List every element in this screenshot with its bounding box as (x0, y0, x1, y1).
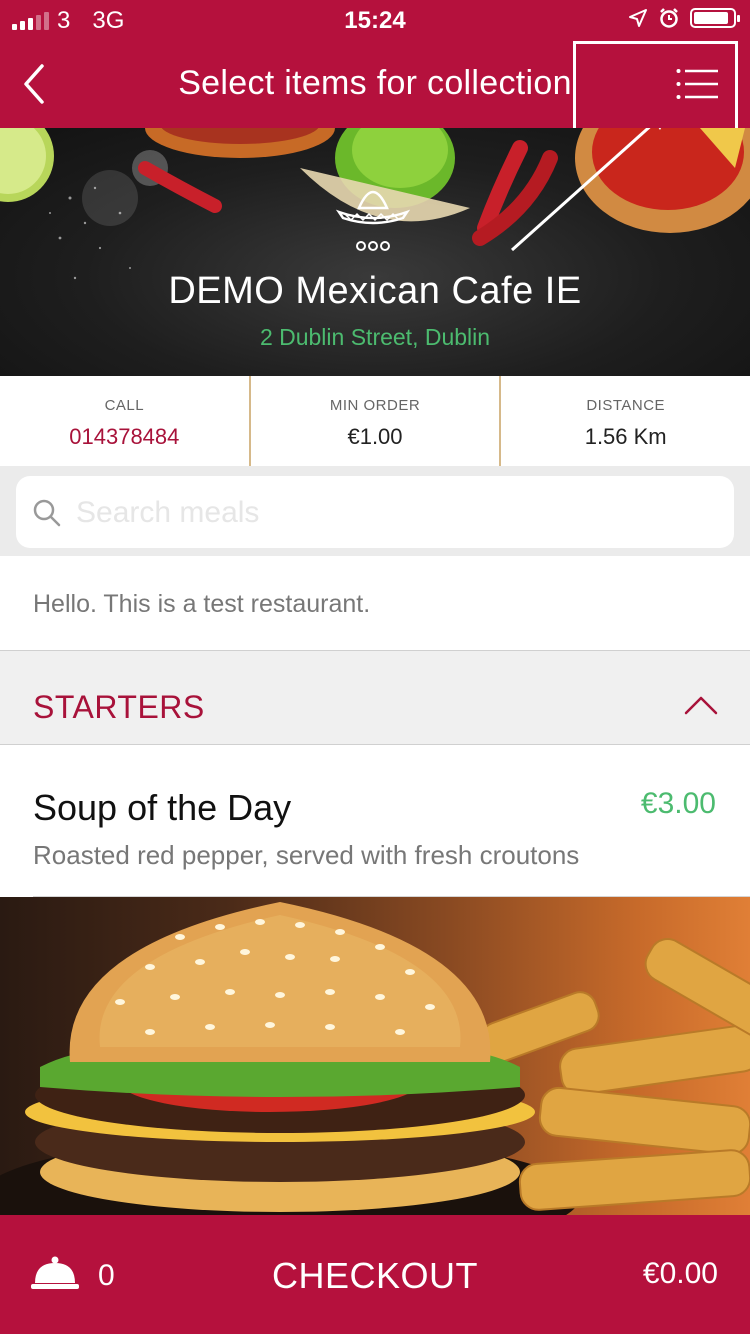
location-arrow-icon (629, 9, 647, 27)
restaurant-address: 2 Dublin Street, Dublin (259, 324, 491, 350)
welcome-text: Hello. This is a test restaurant. (33, 590, 371, 618)
burger-image[interactable] (0, 897, 750, 1215)
menu-item[interactable]: Soup of the Day €3.00 Roasted red pepper… (0, 745, 750, 897)
category-title: STARTERS (33, 689, 205, 725)
burger-illustration (0, 902, 750, 1215)
search-icon (33, 499, 61, 527)
status-bar: 3 3G 15:24 (0, 0, 750, 40)
min-order-label: MIN ORDER (329, 397, 421, 414)
sombrero-logo-icon (335, 190, 411, 251)
call-label: CALL (104, 397, 145, 414)
status-right (628, 7, 740, 29)
checkout-button[interactable]: CHECKOUT (0, 1255, 750, 1297)
menu-item-price: €3.00 (640, 787, 716, 820)
search-input[interactable] (74, 486, 718, 540)
distance-label: DISTANCE (586, 397, 666, 414)
call-number[interactable]: 014378484 (0, 424, 249, 450)
menu-item-description: Roasted red pepper, served with fresh cr… (33, 840, 580, 870)
menu-item-name: Soup of the Day (33, 787, 292, 828)
distance-value: 1.56 Km (584, 424, 667, 449)
restaurant-name: DEMO Mexican Cafe IE (168, 270, 582, 312)
welcome-message: Hello. This is a test restaurant. (0, 556, 750, 651)
search-area (0, 466, 750, 556)
chevron-up-icon[interactable] (684, 695, 718, 715)
restaurant-info-row: CALL 014378484 MIN ORDER €1.00 DISTANCE … (0, 376, 750, 468)
alarm-clock-icon (660, 8, 678, 28)
battery-icon (690, 8, 740, 28)
min-order-cell: MIN ORDER €1.00 (251, 376, 502, 466)
menu-highlight-box (573, 41, 738, 132)
distance-cell: DISTANCE 1.56 Km (501, 376, 750, 466)
call-cell[interactable]: CALL 014378484 (0, 376, 251, 466)
search-box[interactable] (16, 476, 734, 548)
checkout-bar[interactable]: 0 CHECKOUT €0.00 (0, 1215, 750, 1334)
min-order-value: €1.00 (347, 424, 403, 449)
cart-total: €0.00 (642, 1257, 718, 1290)
category-header-starters[interactable]: STARTERS (0, 651, 750, 745)
restaurant-hero: DEMO Mexican Cafe IE 2 Dublin Street, Du… (0, 128, 750, 376)
